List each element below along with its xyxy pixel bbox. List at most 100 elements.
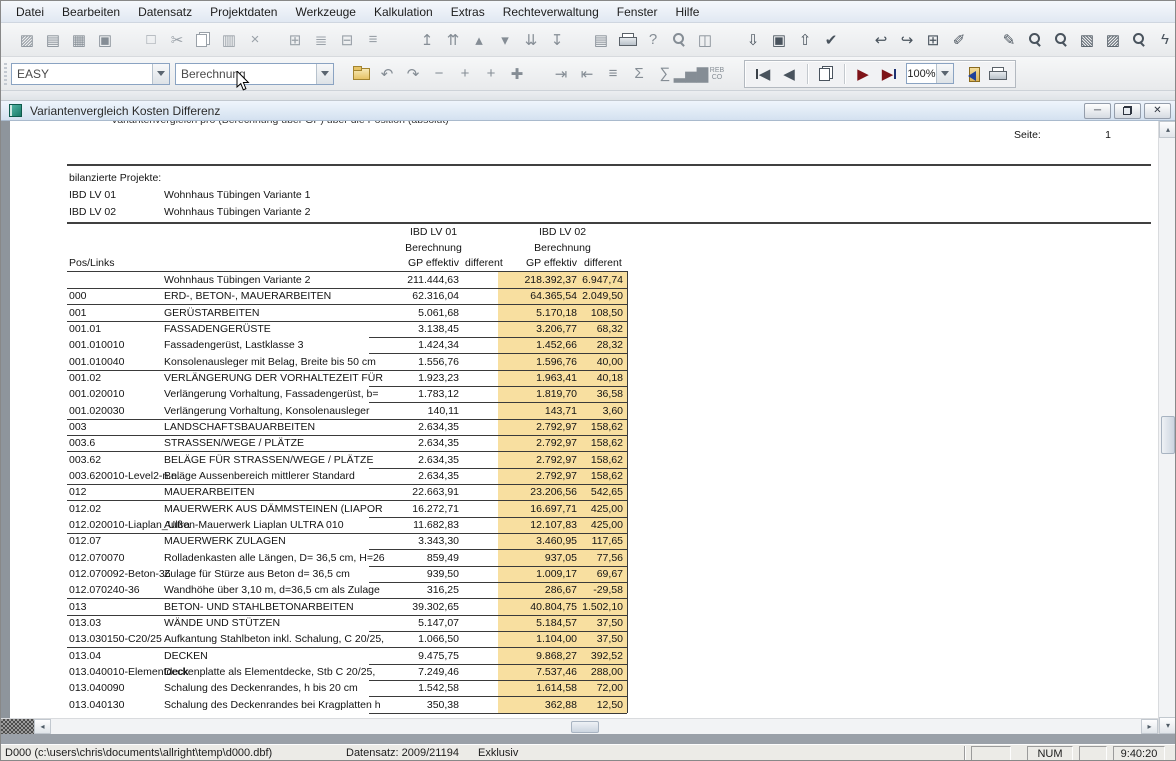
numbered-list-icon[interactable]: ≡ (600, 62, 626, 86)
menu-item-rechteverwaltung[interactable]: Rechteverwaltung (494, 2, 608, 22)
move-page-down-icon[interactable]: ⇊ (518, 28, 544, 52)
search-text-icon[interactable] (1126, 28, 1152, 52)
print-icon[interactable] (614, 28, 640, 52)
paste-icon[interactable]: ▥ (216, 28, 242, 52)
row-pos: 003.62 (69, 454, 101, 466)
zoom-select-dropdown-button[interactable] (936, 64, 953, 83)
indent-left-icon[interactable]: ⇤ (574, 62, 600, 86)
nav-last-icon[interactable]: ▶ (876, 62, 902, 86)
move-last-icon[interactable]: ↧ (544, 28, 570, 52)
vertical-scroll-thumb[interactable] (1161, 416, 1175, 454)
view-combobox[interactable]: Berechnung (175, 63, 334, 85)
link-back-icon[interactable]: ↩ (868, 28, 894, 52)
scroll-up-icon[interactable]: ▴ (1159, 121, 1176, 138)
print-report-icon[interactable] (984, 62, 1010, 86)
copy-record-icon[interactable] (813, 62, 839, 86)
insert-special-icon[interactable]: ✚ (504, 62, 530, 86)
cut-icon[interactable]: ✂ (164, 28, 190, 52)
nav-prev-icon[interactable]: ◀ (776, 62, 802, 86)
toolbar-main: ▨▤▦▣□✂▥×⊞≣⊟≡↥⇈▴▾⇊↧▤?◫⇩▣⇧✔↩↪⊞✐✎▧▨ϟ (1, 23, 1175, 57)
row-description: WÄNDE UND STÜTZEN (164, 617, 280, 629)
delete-icon[interactable]: × (242, 28, 268, 52)
catalog-book-icon[interactable]: ▣ (92, 28, 118, 52)
pointer-dart-icon[interactable]: ✐ (946, 28, 972, 52)
tree-expand-icon[interactable]: ⊞ (282, 28, 308, 52)
insert-row-above-icon[interactable]: + (452, 62, 478, 86)
scroll-down-icon[interactable]: ▾ (1159, 717, 1176, 734)
copy-icon[interactable] (190, 28, 216, 52)
move-page-up-icon[interactable]: ⇈ (440, 28, 466, 52)
table-row: 012.07MAUERWERK ZULAGEN3.343,303.460,951… (1, 533, 1158, 550)
print-preview-icon[interactable]: ▤ (588, 28, 614, 52)
column-subhead-lv01: Berechnung (369, 242, 498, 254)
move-first-icon[interactable]: ↥ (414, 28, 440, 52)
row-different-lv02: 425,00 (579, 503, 623, 515)
minimize-button[interactable]: ─ (1084, 103, 1111, 119)
report-preview-icon[interactable]: ▤ (40, 28, 66, 52)
export-report-icon[interactable]: ⇧ (792, 28, 818, 52)
move-up-icon[interactable]: ▴ (466, 28, 492, 52)
reb-co-icon[interactable]: REB CO (704, 62, 730, 86)
exit-view-icon[interactable] (958, 62, 984, 86)
export-document-icon[interactable]: ▨ (1100, 28, 1126, 52)
menu-item-datensatz[interactable]: Datensatz (129, 2, 201, 22)
split-view-icon[interactable]: ◫ (692, 28, 718, 52)
new-document-icon[interactable]: □ (138, 28, 164, 52)
toolbar-separator (807, 64, 808, 84)
scroll-left-icon[interactable]: ◂ (34, 719, 51, 734)
close-button[interactable]: ✕ (1144, 103, 1171, 119)
toolbar-grip[interactable] (4, 63, 7, 85)
report-document-icon[interactable]: ▧ (1074, 28, 1100, 52)
menu-item-hilfe[interactable]: Hilfe (666, 2, 708, 22)
vertical-scrollbar[interactable]: ▴ ▾ (1158, 121, 1176, 734)
data-package-icon[interactable]: ▣ (766, 28, 792, 52)
layout-combobox[interactable]: EASY (11, 63, 170, 85)
undo-icon[interactable]: ↶ (374, 62, 400, 86)
remove-row-icon[interactable]: − (426, 62, 452, 86)
menu-item-extras[interactable]: Extras (442, 2, 494, 22)
menu-item-werkzeuge[interactable]: Werkzeuge (286, 2, 364, 22)
horizontal-scrollbar[interactable]: ◂ ▸ (1, 718, 1158, 734)
row-pos: 012.070092-Beton-36 (69, 568, 171, 580)
tree-outline-icon[interactable]: ≡ (360, 28, 386, 52)
import-data-icon[interactable]: ⇩ (740, 28, 766, 52)
tree-list-icon[interactable]: ≣ (308, 28, 334, 52)
menu-item-fenster[interactable]: Fenster (608, 2, 667, 22)
link-forward-icon[interactable]: ↪ (894, 28, 920, 52)
nav-next-icon[interactable]: ▶ (850, 62, 876, 86)
search-database-icon[interactable] (1022, 28, 1048, 52)
row-different-lv02: 37,50 (579, 633, 623, 645)
search-records-icon[interactable] (1048, 28, 1074, 52)
zoom-select[interactable]: 100% (906, 63, 954, 84)
scroll-right-icon[interactable]: ▸ (1141, 719, 1158, 734)
redo-icon[interactable]: ↷ (400, 62, 426, 86)
picture-icon[interactable]: ▦ (66, 28, 92, 52)
table-row: 003.62BELÄGE FÜR STRASSEN/WEGE / PLÄTZE2… (1, 452, 1158, 469)
menu-item-bearbeiten[interactable]: Bearbeiten (53, 2, 129, 22)
menu-item-projektdaten[interactable]: Projektdaten (201, 2, 286, 22)
document-check-icon[interactable]: ✔ (818, 28, 844, 52)
chart-image-icon[interactable]: ▨ (14, 28, 40, 52)
menu-item-datei[interactable]: Datei (7, 2, 53, 22)
help-icon[interactable]: ? (640, 28, 666, 52)
chart-bars-icon[interactable]: ▂▅▇ (678, 62, 704, 86)
zoom-view-icon[interactable] (666, 28, 692, 52)
sum-filter-icon[interactable]: Σ (626, 62, 652, 86)
report-viewport[interactable]: Variantenvergleich pro (Berechnung über … (1, 121, 1158, 718)
quick-run-icon[interactable]: ϟ (1152, 28, 1176, 52)
insert-row-icon[interactable]: + (478, 62, 504, 86)
menu-item-kalkulation[interactable]: Kalkulation (365, 2, 442, 22)
tree-insert-icon[interactable]: ⊟ (334, 28, 360, 52)
restore-button[interactable] (1114, 103, 1141, 119)
move-down-icon[interactable]: ▾ (492, 28, 518, 52)
layout-combobox-dropdown-button[interactable] (152, 64, 169, 84)
row-description: BETON- UND STAHLBETONARBEITEN (164, 601, 354, 613)
nav-first-icon[interactable]: ◀ (750, 62, 776, 86)
indent-right-icon[interactable]: ⇥ (548, 62, 574, 86)
window-tile-icon[interactable]: ⊞ (920, 28, 946, 52)
view-combobox-dropdown-button[interactable] (316, 64, 333, 84)
mdi-background (1, 734, 1176, 744)
edit-pencil-icon[interactable]: ✎ (996, 28, 1022, 52)
horizontal-scroll-thumb[interactable] (571, 721, 599, 733)
open-layout-icon[interactable] (348, 62, 374, 86)
